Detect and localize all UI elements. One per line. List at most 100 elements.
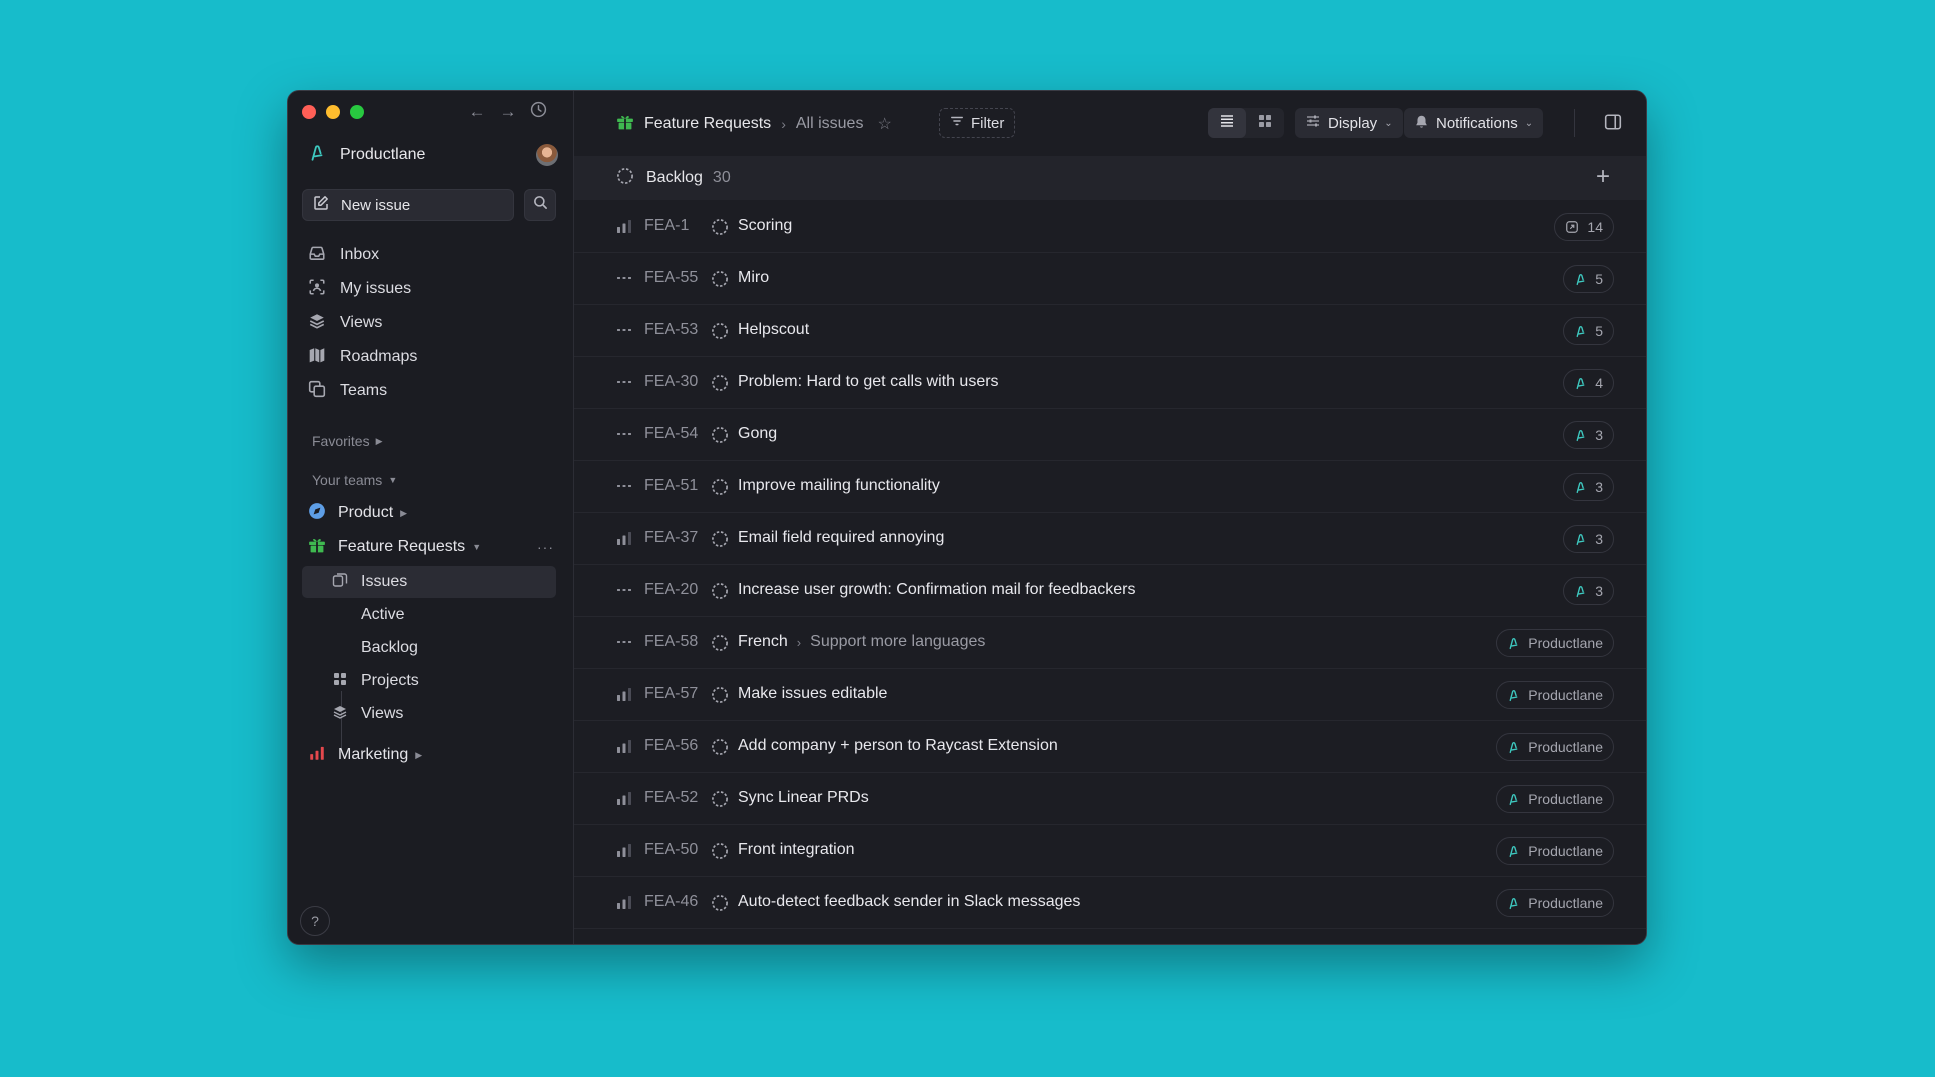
priority-medium-icon[interactable] (616, 739, 632, 753)
issue-id: FEA-51 (644, 477, 699, 494)
feedback-badge[interactable]: Productlane (1496, 837, 1614, 865)
no-priority-icon[interactable] (616, 271, 632, 285)
feedback-badge[interactable]: 3 (1563, 473, 1614, 501)
backlog-status-icon[interactable] (711, 322, 729, 345)
help-button[interactable]: ? (300, 906, 330, 936)
minimize-window-button[interactable] (326, 105, 340, 119)
sidebar-item-views[interactable]: Views (308, 309, 558, 337)
feedback-badge[interactable]: 5 (1563, 317, 1614, 345)
backlog-status-icon[interactable] (711, 634, 729, 657)
issue-row[interactable]: FEA-46 Auto-detect feedback sender in Sla… (574, 876, 1646, 929)
team-subitem-views[interactable]: Views (302, 698, 556, 730)
feedback-badge[interactable]: Productlane (1496, 629, 1614, 657)
team-marketing[interactable]: Marketing ▶ (308, 741, 558, 769)
sidebar-item-inbox[interactable]: Inbox (308, 241, 558, 269)
your-teams-section-header[interactable]: Your teams ▼ (312, 472, 397, 488)
team-product[interactable]: Product ▶ (308, 499, 558, 527)
backlog-status-icon[interactable] (711, 790, 729, 813)
issue-row[interactable]: FEA-58 French › Support more languages Produ… (574, 616, 1646, 669)
no-priority-icon[interactable] (616, 479, 632, 493)
back-arrow-icon[interactable]: ← (466, 101, 488, 123)
priority-medium-icon[interactable] (616, 687, 632, 701)
team-subitem-active[interactable]: Active (302, 599, 556, 631)
issue-row[interactable]: FEA-57 Make issues editable Productlane (574, 668, 1646, 721)
parent-issue-title[interactable]: Support more languages (810, 633, 985, 651)
sidebar-item-teams[interactable]: Teams (308, 377, 558, 405)
feedback-badge[interactable]: Productlane (1496, 733, 1614, 761)
issue-row[interactable]: FEA-52 Sync Linear PRDs Productlane (574, 772, 1646, 825)
issue-row[interactable]: FEA-56 Add company + person to Raycast Ex… (574, 720, 1646, 773)
feedback-badge[interactable]: 3 (1563, 525, 1614, 553)
backlog-status-icon[interactable] (711, 478, 729, 501)
breadcrumb-view[interactable]: All issues (796, 115, 864, 133)
close-window-button[interactable] (302, 105, 316, 119)
new-issue-button[interactable]: New issue (302, 189, 514, 221)
issue-row[interactable]: FEA-20 Increase user growth: Confirmation… (574, 564, 1646, 617)
no-priority-icon[interactable] (616, 635, 632, 649)
no-priority-icon[interactable] (616, 583, 632, 597)
display-button[interactable]: Display ⌄ (1295, 108, 1403, 138)
notifications-button[interactable]: Notifications ⌄ (1404, 108, 1544, 138)
maximize-window-button[interactable] (350, 105, 364, 119)
priority-medium-icon[interactable] (616, 843, 632, 857)
feedback-badge[interactable]: Productlane (1496, 785, 1614, 813)
priority-medium-icon[interactable] (616, 531, 632, 545)
feedback-badge[interactable]: 14 (1554, 213, 1614, 241)
backlog-status-icon[interactable] (711, 842, 729, 865)
sidebar-item-my-issues[interactable]: My issues (308, 275, 558, 303)
issue-row[interactable]: FEA-54 Gong 3 (574, 408, 1646, 461)
backlog-status-icon[interactable] (711, 738, 729, 761)
issue-row[interactable]: FEA-53 Helpscout 5 (574, 304, 1646, 357)
issue-row[interactable]: FEA-30 Problem: Hard to get calls with us… (574, 356, 1646, 409)
list-view-button[interactable] (1208, 108, 1246, 138)
feedback-badge[interactable]: Productlane (1496, 681, 1614, 709)
issue-row[interactable]: FEA-51 Improve mailing functionality 3 (574, 460, 1646, 513)
backlog-status-icon[interactable] (711, 218, 729, 241)
priority-medium-icon[interactable] (616, 895, 632, 909)
backlog-status-icon[interactable] (711, 894, 729, 917)
team-subitem-label: Active (361, 606, 405, 623)
workspace-switcher[interactable]: Productlane (308, 141, 558, 169)
backlog-status-icon[interactable] (711, 530, 729, 553)
backlog-status-icon[interactable] (711, 426, 729, 449)
issue-title-text: Miro (738, 269, 770, 286)
issue-row[interactable]: FEA-37 Email field required annoying 3 (574, 512, 1646, 565)
star-icon[interactable]: ☆ (877, 114, 891, 134)
group-header-backlog[interactable]: Backlog 30 + (574, 156, 1646, 200)
add-issue-icon[interactable]: + (1596, 165, 1610, 189)
feedback-badge[interactable]: 5 (1563, 265, 1614, 293)
backlog-status-icon[interactable] (711, 270, 729, 293)
team-subitem-issues[interactable]: Issues (302, 566, 556, 598)
board-view-button[interactable] (1246, 108, 1284, 138)
issue-row[interactable]: FEA-1 Scoring 14 (574, 200, 1646, 253)
backlog-status-icon[interactable] (711, 582, 729, 605)
issue-title: Make issues editable (738, 685, 887, 703)
backlog-status-icon[interactable] (711, 686, 729, 709)
backlog-status-icon[interactable] (711, 374, 729, 397)
search-button[interactable] (524, 189, 556, 221)
priority-medium-icon[interactable] (616, 791, 632, 805)
favorites-section-header[interactable]: Favorites ▶ (312, 433, 383, 449)
feedback-badge[interactable]: Productlane (1496, 889, 1614, 917)
feedback-badge[interactable]: 3 (1563, 421, 1614, 449)
feedback-badge[interactable]: 4 (1563, 369, 1614, 397)
user-avatar[interactable] (536, 144, 558, 166)
team-subitem-backlog[interactable]: Backlog (302, 632, 556, 664)
history-icon[interactable] (527, 101, 549, 123)
team-feature-requests[interactable]: Feature Requests ▼ ··· (308, 533, 558, 561)
breadcrumb-team[interactable]: Feature Requests (644, 115, 771, 133)
more-options-icon[interactable]: ··· (537, 539, 554, 555)
sidebar-item-roadmaps[interactable]: Roadmaps (308, 343, 558, 371)
priority-medium-icon[interactable] (616, 219, 632, 233)
issue-row[interactable]: FEA-55 Miro 5 (574, 252, 1646, 305)
forward-arrow-icon[interactable]: → (497, 101, 519, 123)
issue-row[interactable]: FEA-50 Front integration Productlane (574, 824, 1646, 877)
team-subitem-label: Projects (361, 672, 419, 689)
no-priority-icon[interactable] (616, 427, 632, 441)
filter-button[interactable]: Filter (939, 108, 1016, 138)
team-subitem-projects[interactable]: Projects (302, 665, 556, 697)
toggle-side-panel-button[interactable] (1604, 113, 1622, 136)
no-priority-icon[interactable] (616, 323, 632, 337)
feedback-badge[interactable]: 3 (1563, 577, 1614, 605)
no-priority-icon[interactable] (616, 375, 632, 389)
